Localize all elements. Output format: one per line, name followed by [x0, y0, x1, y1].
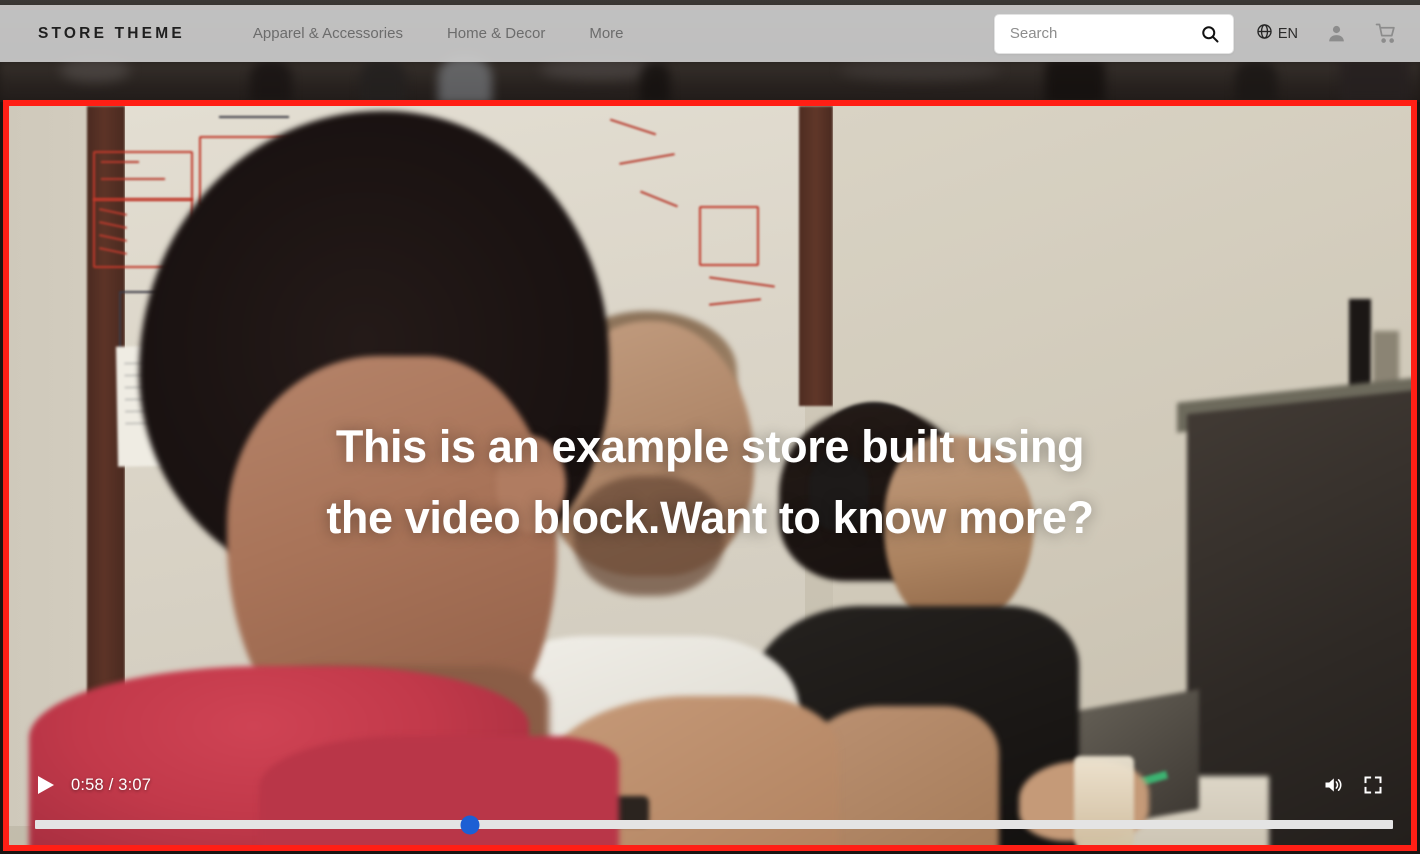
site-header: STORE THEME Apparel & Accessories Home &…: [0, 5, 1420, 62]
video-progress-handle[interactable]: [460, 815, 480, 834]
whiteboard-sketch-box-5: [699, 206, 759, 266]
nav-item-more[interactable]: More: [567, 25, 645, 42]
globe-icon: [1256, 23, 1273, 45]
volume-on-icon[interactable]: [1321, 773, 1345, 797]
shopping-cart-icon[interactable]: [1374, 22, 1398, 46]
whiteboard-sketch-box-1: [93, 151, 193, 201]
video-controls-row: 0:58 / 3:07: [9, 765, 1411, 805]
video-progress-bar[interactable]: [35, 815, 1393, 834]
background-person-4: [640, 62, 670, 102]
main-navigation: Apparel & Accessories Home & Decor More: [243, 25, 646, 42]
nav-item-apparel-accessories[interactable]: Apparel & Accessories: [243, 25, 425, 42]
video-controls-right: [1321, 773, 1385, 797]
header-actions: EN: [993, 13, 1398, 54]
whiteboard-sketch-line-1: [101, 161, 139, 163]
video-controls: 0:58 / 3:07: [9, 757, 1411, 845]
user-icon[interactable]: [1324, 22, 1348, 46]
page-root: STORE THEME Apparel & Accessories Home &…: [0, 0, 1420, 854]
video-player[interactable]: This is an example store built using the…: [9, 106, 1411, 845]
background-person-6: [1235, 60, 1277, 102]
video-heading-line-1: This is an example store built using: [335, 421, 1085, 472]
wood-frame-center: [799, 106, 833, 406]
whiteboard-sketch-line-2: [101, 178, 165, 180]
search-box[interactable]: [993, 13, 1234, 54]
language-selector[interactable]: EN: [1256, 23, 1298, 45]
background-person-3: [438, 56, 492, 102]
nav-item-home-decor[interactable]: Home & Decor: [425, 25, 567, 42]
video-time-display: 0:58 / 3:07: [71, 775, 152, 794]
video-overlay-heading: This is an example store built using the…: [9, 411, 1411, 553]
video-heading-line-2: the video block.Want to know more?: [326, 492, 1094, 544]
background-street: [0, 62, 1420, 102]
language-label: EN: [1277, 25, 1298, 42]
background-blur-3: [840, 60, 1000, 80]
background-object-5: [1045, 58, 1105, 102]
search-icon[interactable]: [1199, 23, 1221, 45]
site-logo[interactable]: STORE THEME: [38, 25, 185, 43]
video-block-annotation: This is an example store built using the…: [3, 100, 1417, 851]
background-person-1: [250, 60, 292, 102]
fullscreen-icon[interactable]: [1361, 773, 1385, 797]
background-object-7: [1340, 56, 1410, 102]
play-icon[interactable]: [35, 774, 57, 796]
search-input[interactable]: [1009, 25, 1190, 42]
monitor-stand-post: [1349, 299, 1371, 394]
whiteboard-sketch-line-7: [219, 116, 289, 118]
background-person-2: [360, 58, 406, 102]
